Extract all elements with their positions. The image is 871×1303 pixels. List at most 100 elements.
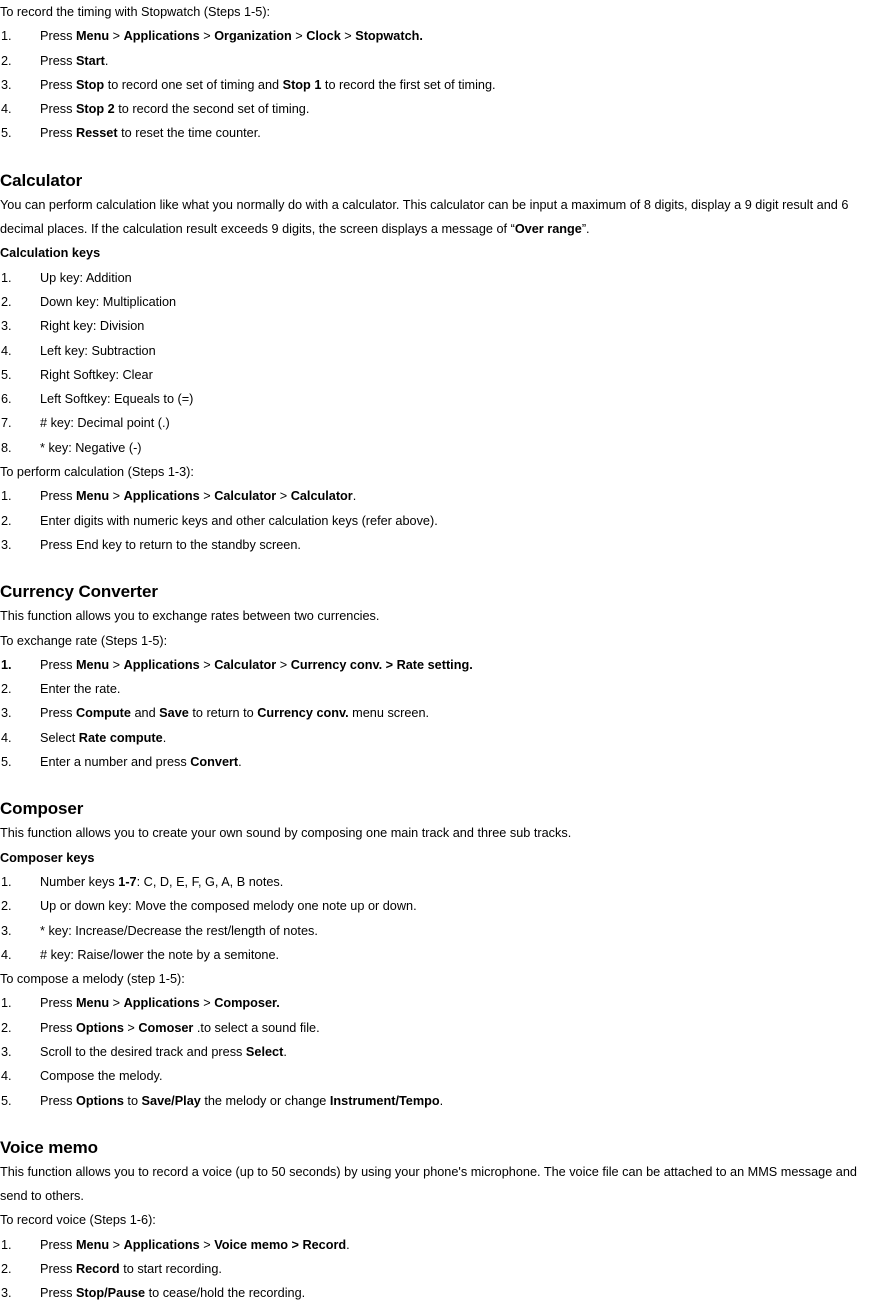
composer-procedure-intro: To compose a melody (step 1-5): [0,972,185,987]
list-item-number: 4. [1,102,12,117]
list-item-text: Enter a number and press Convert. [40,755,242,770]
list-item-text: Press Menu > Applications > Calculator >… [40,657,473,672]
list-item-number: 3. [1,923,12,938]
list-item-number: 6. [1,392,12,407]
list-item-number: 2. [1,53,12,68]
section-heading-composer: Composer [0,799,84,819]
list-item-text: Number keys 1-7: C, D, E, F, G, A, B not… [40,874,284,889]
list-item-number: 4. [1,1069,12,1084]
list-item-text: Press Stop/Pause to cease/hold the recor… [40,1286,306,1301]
currency-converter-procedure-list: 1. Press Menu > Applications > Calculato… [0,653,871,774]
list-item: 1. Press Menu > Applications > Calculato… [0,653,871,677]
list-item: 3. Press Stop to record one set of timin… [0,73,871,97]
list-item-number: 1. [1,996,12,1011]
list-item: 3. Press End key to return to the standb… [0,533,871,557]
list-item: 5. Press Resset to reset the time counte… [0,121,871,145]
section-calculator: Calculator You can perform calculation l… [0,169,871,557]
calculator-procedure-list: 1. Press Menu > Applications > Calculato… [0,484,871,557]
stopwatch-intro: To record the timing with Stopwatch (Ste… [0,5,271,19]
list-item: 2. Press Options > Comoser .to select a … [0,1016,871,1040]
list-item: 3. Press Compute and Save to return to C… [0,701,871,725]
list-item: 3. Scroll to the desired track and press… [0,1040,871,1064]
list-item-text: Press Resset to reset the time counter. [40,126,261,141]
list-item: 5. Press Options to Save/Play the melody… [0,1089,871,1113]
composer-body: This function allows you to create your … [0,826,572,841]
list-item-number: 3. [1,77,12,92]
calculator-keys-list: 1. Up key: Addition 2. Down key: Multipl… [0,266,871,460]
list-item-number: 1. [1,270,12,285]
list-item: 1. Press Menu > Applications > Composer. [0,991,871,1015]
list-item-number: 1. [1,29,12,44]
section-stopwatch: To record the timing with Stopwatch (Ste… [0,0,871,146]
list-item-text: Press Compute and Save to return to Curr… [40,706,430,721]
list-item: 2. Enter digits with numeric keys and ot… [0,509,871,533]
list-item-text: Press Options > Comoser .to select a sou… [40,1020,320,1035]
list-item-text: Up key: Addition [40,270,132,285]
list-item-number: 4. [1,947,12,962]
list-item: 2. Down key: Multiplication [0,290,871,314]
list-item: 4. Select Rate compute. [0,726,871,750]
voice-memo-procedure-list: 1. Press Menu > Applications > Voice mem… [0,1233,871,1303]
list-item-text: Left Softkey: Equeals to (=) [40,392,194,407]
list-item-number: 4. [1,343,12,358]
list-item: 4. # key: Raise/lower the note by a semi… [0,943,871,967]
list-item-text: Press Options to Save/Play the melody or… [40,1093,444,1108]
list-item: 7. # key: Decimal point (.) [0,411,871,435]
list-item-text: Press Menu > Applications > Composer. [40,996,280,1011]
list-item: 8. * key: Negative (-) [0,436,871,460]
list-item: 1. Press Menu > Applications > Organizat… [0,24,871,48]
section-heading-currency-converter: Currency Converter [0,582,158,602]
currency-converter-procedure-intro: To exchange rate (Steps 1-5): [0,633,168,648]
list-item-number: 8. [1,440,12,455]
section-heading-calculator: Calculator [0,170,83,190]
list-item: 5. Right Softkey: Clear [0,363,871,387]
composer-keys-list: 1. Number keys 1-7: C, D, E, F, G, A, B … [0,870,871,967]
list-item-number: 3. [1,319,12,334]
list-item-number: 2. [1,682,12,697]
section-heading-voice-memo: Voice memo [0,1137,98,1157]
voice-memo-body: This function allows you to record a voi… [0,1164,857,1204]
list-item-number: 2. [1,513,12,528]
list-item-text: Left key: Subtraction [40,343,156,358]
list-item: 3. * key: Increase/Decrease the rest/len… [0,919,871,943]
list-item-number: 3. [1,537,12,552]
list-item: 2. Enter the rate. [0,677,871,701]
list-item: 4. Left key: Subtraction [0,339,871,363]
list-item-number: 5. [1,126,12,141]
list-item: 2. Press Start. [0,49,871,73]
list-item-text: Enter digits with numeric keys and other… [40,513,438,528]
list-item-number: 7. [1,416,12,431]
list-item-text: Right Softkey: Clear [40,367,153,382]
composer-procedure-list: 1. Press Menu > Applications > Composer.… [0,991,871,1112]
list-item: 4. Press Stop 2 to record the second set… [0,97,871,121]
currency-converter-body: This function allows you to exchange rat… [0,609,380,624]
list-item-text: # key: Raise/lower the note by a semiton… [40,947,280,962]
stopwatch-steps-list: 1. Press Menu > Applications > Organizat… [0,24,871,145]
calculator-subhead: Calculation keys [0,246,101,261]
list-item-number: 2. [1,1020,12,1035]
list-item: 3. Press Stop/Pause to cease/hold the re… [0,1281,871,1303]
calculator-body: You can perform calculation like what yo… [0,197,849,237]
list-item-number: 3. [1,1286,12,1301]
list-item-number: 5. [1,1093,12,1108]
list-item-number: 3. [1,706,12,721]
list-item-text: Up or down key: Move the composed melody… [40,899,417,914]
list-item-number: 1. [1,657,12,672]
list-item-text: * key: Negative (-) [40,440,142,455]
list-item-text: # key: Decimal point (.) [40,416,170,431]
list-item-number: 1. [1,1237,12,1252]
list-item-number: 2. [1,899,12,914]
list-item: 4. Compose the melody. [0,1064,871,1088]
list-item: 5. Enter a number and press Convert. [0,750,871,774]
document-body: To record the timing with Stopwatch (Ste… [0,0,871,1303]
list-item: 3. Right key: Division [0,314,871,338]
list-item-number: 2. [1,1262,12,1277]
list-item-number: 3. [1,1044,12,1059]
voice-memo-procedure-intro: To record voice (Steps 1-6): [0,1213,156,1228]
list-item-text: Select Rate compute. [40,730,167,745]
section-composer: Composer This function allows you to cre… [0,797,871,1113]
list-item-number: 5. [1,367,12,382]
